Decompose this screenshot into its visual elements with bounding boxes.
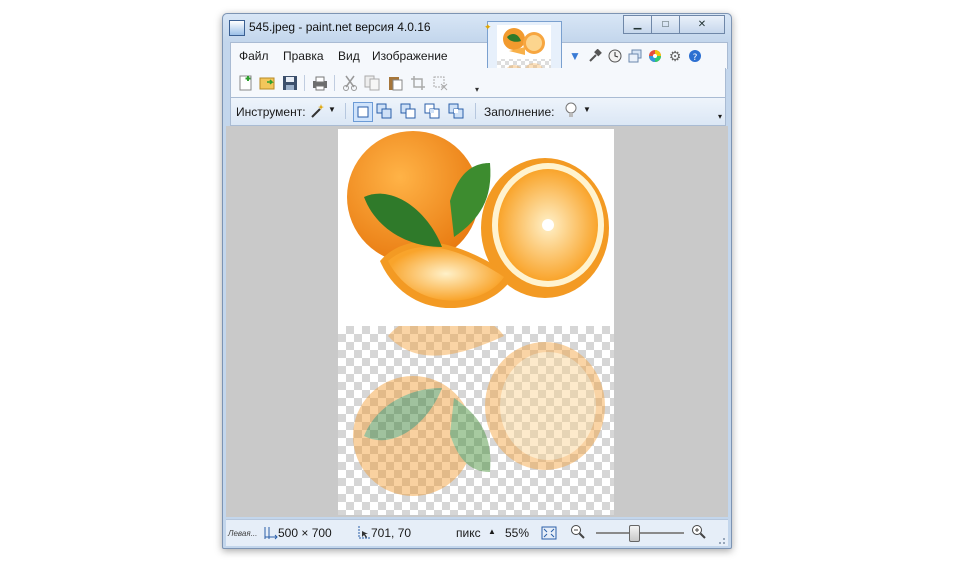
app-window: 545.jpeg - paint.net версия 4.0.16 ▁ □ ✕… [222, 13, 732, 549]
close-icon: ✕ [697, 19, 707, 30]
minimize-icon: ▁ [633, 19, 642, 30]
cut-icon[interactable] [341, 74, 359, 92]
menu-edit[interactable]: Правка [283, 49, 324, 63]
cursor-position: 701, 70 [371, 526, 412, 540]
zoom-in-icon[interactable] [691, 524, 707, 543]
union-mode-icon[interactable] [375, 102, 393, 120]
help-icon[interactable]: ? [687, 48, 703, 64]
zoom-slider-thumb[interactable] [629, 525, 640, 542]
intersect-mode-icon[interactable] [423, 102, 441, 120]
menu-image[interactable]: Изображение [372, 49, 448, 63]
tools-icon[interactable] [587, 48, 603, 64]
canvas-area[interactable] [226, 126, 728, 517]
units-selector[interactable]: пикс [456, 526, 481, 540]
window-title: 545.jpeg - paint.net версия 4.0.16 [249, 20, 431, 34]
copy-icon[interactable] [363, 74, 381, 92]
image-size-icon [263, 525, 279, 544]
fill-dropdown-arrow-icon[interactable]: ▼ [583, 105, 591, 114]
print-icon[interactable] [311, 74, 329, 92]
save-icon[interactable] [281, 74, 299, 92]
units-dropdown-arrow-icon[interactable]: ▲ [488, 527, 496, 536]
fill-label: Заполнение: [484, 105, 555, 119]
menu-file[interactable]: Файл [239, 49, 269, 63]
title-bar[interactable]: 545.jpeg - paint.net версия 4.0.16 ▁ □ ✕ [223, 14, 731, 42]
tool-options-bar: Инструмент: ▼ Заполнение: ▼ ▾ [230, 97, 726, 126]
toolbar-divider [475, 103, 476, 119]
magic-wand-icon[interactable] [309, 103, 325, 122]
toolbar-overflow-icon[interactable]: ▾ [718, 112, 722, 121]
fill-mode-icon[interactable] [564, 102, 578, 123]
invert-mode-icon[interactable] [447, 102, 465, 120]
replace-mode-icon[interactable] [353, 102, 373, 122]
toolbar-divider [345, 103, 346, 119]
zoom-to-window-icon[interactable] [540, 524, 558, 545]
paste-icon[interactable] [386, 74, 404, 92]
toolbar-overflow-icon[interactable]: ▾ [475, 85, 479, 94]
status-hint: Левая... [228, 529, 258, 538]
image-canvas[interactable] [338, 129, 614, 515]
menu-view[interactable]: Вид [338, 49, 360, 63]
maximize-button[interactable]: □ [651, 15, 680, 34]
minimize-button[interactable]: ▁ [623, 15, 652, 34]
resize-grip-icon[interactable] [716, 534, 726, 544]
history-icon[interactable] [607, 48, 623, 64]
zoom-out-icon[interactable] [570, 524, 586, 543]
close-button[interactable]: ✕ [679, 15, 725, 34]
crop-icon[interactable] [409, 74, 427, 92]
file-toolbar: ▾ [230, 68, 726, 97]
new-icon[interactable] [237, 74, 255, 92]
toolbar-divider [304, 75, 305, 91]
layers-icon[interactable] [627, 48, 643, 64]
zoom-slider-track[interactable] [596, 532, 684, 534]
tool-label: Инструмент: [236, 105, 306, 119]
dropdown-arrow-icon[interactable]: ▼ [567, 48, 583, 64]
colors-icon[interactable] [647, 48, 663, 64]
open-icon[interactable] [258, 74, 276, 92]
right-toolbar: ▼ ⚙ ? [563, 48, 703, 64]
status-bar: Левая... 500 × 700 701, 70 пикс ▲ 55% [226, 519, 728, 546]
exclude-mode-icon[interactable] [399, 102, 417, 120]
transparent-region [338, 326, 614, 515]
settings-icon[interactable]: ⚙ [667, 48, 683, 64]
toolbar-divider [334, 75, 335, 91]
image-size: 500 × 700 [278, 526, 332, 540]
deselect-icon[interactable] [431, 74, 449, 92]
cursor-position-icon [356, 525, 372, 544]
maximize-icon: □ [662, 19, 669, 30]
unsaved-star-icon: ✦ [484, 22, 492, 32]
tool-dropdown-arrow-icon[interactable]: ▼ [328, 105, 336, 114]
zoom-level[interactable]: 55% [505, 526, 529, 540]
paintnet-app-icon[interactable] [229, 20, 245, 36]
svg-text:?: ? [693, 53, 698, 63]
